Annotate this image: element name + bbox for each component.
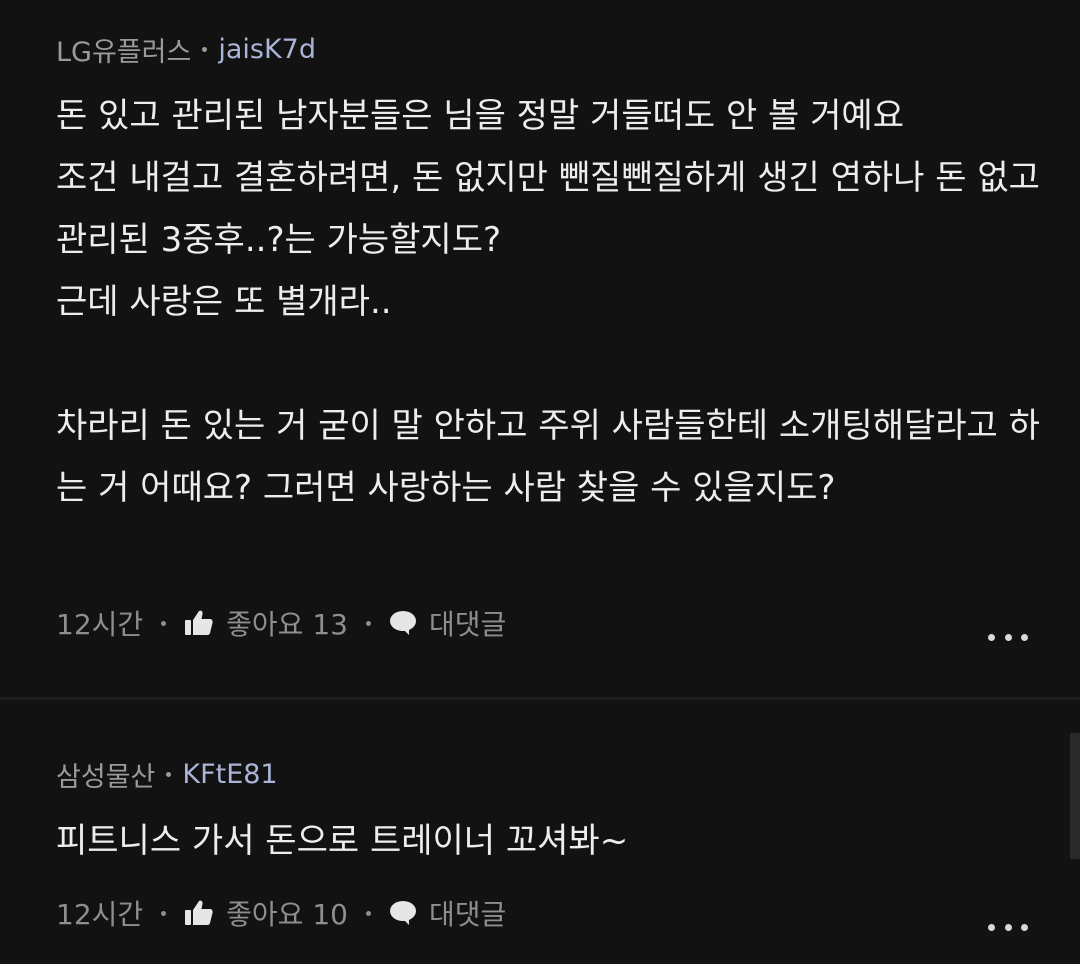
comment-actions: 12시간 좋아요 13 대댓글 bbox=[56, 603, 506, 643]
reply-button[interactable]: 대댓글 bbox=[389, 893, 506, 933]
speech-bubble-icon bbox=[389, 900, 417, 926]
like-count: 좋아요 10 bbox=[226, 898, 348, 931]
comment-actions: 12시간 좋아요 10 대댓글 bbox=[56, 893, 506, 933]
more-dots-icon-dot bbox=[1021, 923, 1028, 931]
meta-separator bbox=[365, 620, 371, 626]
speech-bubble-icon bbox=[389, 610, 417, 636]
comment-body: 피트니스 가서 돈으로 트레이너 꼬셔봐~ bbox=[56, 821, 629, 861]
author-company: LG유플러스 bbox=[56, 37, 192, 68]
author-nickname[interactable]: jaisK7d bbox=[218, 34, 316, 65]
comment-author[interactable]: 삼성물산 KFtE81 bbox=[56, 755, 278, 794]
more-dots-icon bbox=[988, 633, 995, 641]
comment-time: 12시간 bbox=[56, 898, 144, 931]
author-nickname[interactable]: KFtE81 bbox=[182, 759, 277, 790]
meta-separator bbox=[365, 910, 371, 916]
comment-time: 12시간 bbox=[56, 608, 144, 641]
more-dots-icon-dot bbox=[1004, 633, 1012, 641]
thumbs-up-icon bbox=[184, 899, 214, 927]
comment-item: 삼성물산 KFtE81 피트니스 가서 돈으로 트레이너 꼬셔봐~ 12시간 좋… bbox=[0, 700, 1080, 964]
comment-body: 돈 있고 관리된 남자분들은 님을 정말 거들떠도 안 볼 거예요 조건 내걸고… bbox=[56, 96, 1040, 508]
comment-author[interactable]: LG유플러스 jaisK7d bbox=[56, 30, 316, 69]
meta-separator bbox=[161, 620, 167, 626]
more-dots-icon bbox=[988, 923, 995, 931]
reply-label: 대댓글 bbox=[428, 608, 507, 641]
author-company: 삼성물산 bbox=[56, 762, 156, 793]
meta-separator bbox=[202, 47, 208, 52]
meta-separator bbox=[166, 772, 172, 777]
reply-button[interactable]: 대댓글 bbox=[389, 603, 506, 643]
more-dots-icon-dot bbox=[1004, 923, 1012, 931]
meta-separator bbox=[161, 910, 167, 916]
thumbs-up-icon bbox=[184, 609, 214, 637]
more-options-button[interactable] bbox=[988, 917, 1028, 937]
like-button[interactable]: 좋아요 10 bbox=[184, 893, 348, 933]
more-dots-icon-dot bbox=[1021, 633, 1028, 641]
more-options-button[interactable] bbox=[988, 627, 1028, 647]
like-button[interactable]: 좋아요 13 bbox=[184, 603, 348, 643]
reply-label: 대댓글 bbox=[428, 898, 507, 931]
comment-item: LG유플러스 jaisK7d 돈 있고 관리된 남자분들은 님을 정말 거들떠도… bbox=[0, 0, 1080, 698]
like-count: 좋아요 13 bbox=[226, 608, 348, 641]
scrollbar[interactable] bbox=[1070, 733, 1080, 859]
